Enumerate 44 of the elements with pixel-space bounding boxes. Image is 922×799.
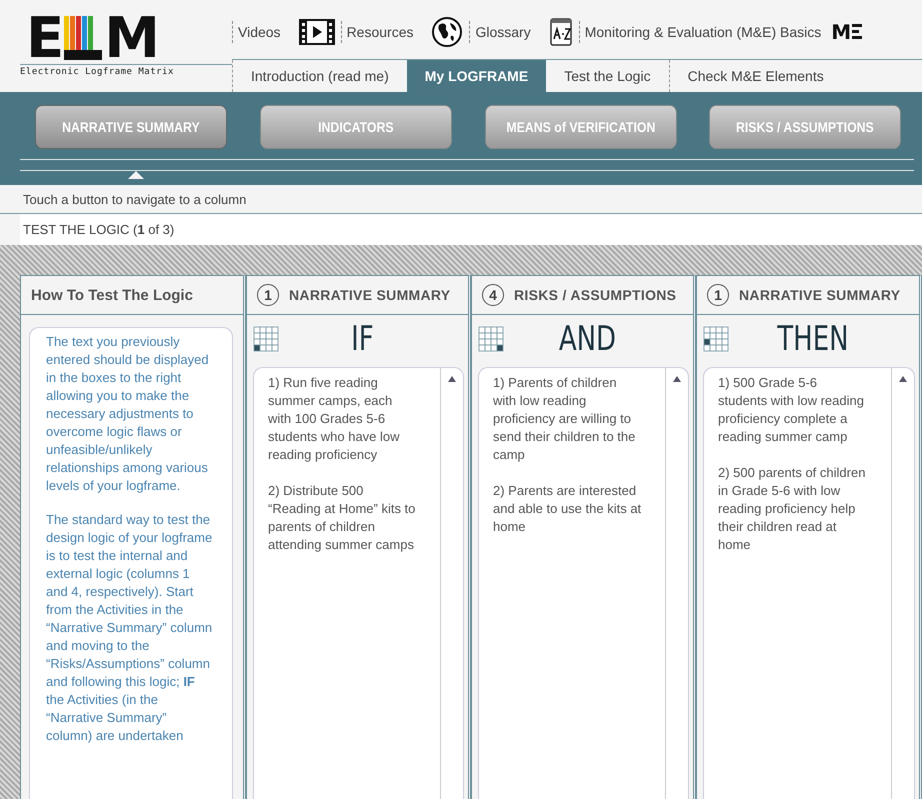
film-icon[interactable] (298, 18, 335, 45)
logic-word: AND (558, 319, 618, 359)
scroll-up-icon[interactable] (899, 376, 907, 382)
logframe-item: 1) 500 Grade 5-6 students with low reading proficiency complete a reading summer camp (718, 374, 865, 446)
logframe-item: 1) Parents of children with low reading proficiency are willing to send their children to the camp (493, 374, 636, 464)
brand-lines-icon (852, 22, 862, 41)
nav-link[interactable]: Glossary (469, 20, 531, 43)
logo-tagline: Electronic Logframe Matrix (20, 64, 232, 77)
column-title: NARRATIVE SUMMARY (739, 287, 900, 303)
grid-icon (253, 326, 279, 352)
help-paragraph: The standard way to test the design logic of your logframe is to test the internal and external logic (columns 1 and 4, respectively). Start from the Activities in the “Narrative Summary” column and moving to the “Risks/Assumptions” column and following this logic; IF the Activities (in the “Narrative Summary” column) are undertaken (46, 511, 214, 745)
number-badge: 1 (257, 284, 279, 306)
logo-letter: E (26, 16, 62, 62)
logframe-item: 1) Run five reading summer camps, each with 100 Grades 5-6 students who have low reading proficiency (268, 374, 401, 464)
tab[interactable]: Test the Logic (546, 60, 669, 92)
grid-icon (478, 326, 504, 352)
logframe-item: 2) Parents are interested and able to use the kits at home (493, 482, 642, 536)
text-area[interactable]: 1) Run five reading summer camps, each with 100 Grades 5-6 students who have low reading proficiency 2) Distribute 500 “Reading at Home” kits to parents of children attending summer camps (253, 367, 464, 799)
scroll-up-icon[interactable] (673, 376, 681, 382)
hint-text: Touch a button to navigate to a column (23, 192, 246, 206)
text-area[interactable]: 1) Parents of children with low reading proficiency are willing to send their children to the camp 2) Parents are interested and able to use the kits at home (478, 367, 689, 799)
step-title: TEST THE LOGIC (1 of 3) (23, 222, 174, 237)
grid-icon (703, 326, 729, 352)
logframe-item: 2) 500 parents of children in Grade 5-6 with low reading proficiency help their children read at home (718, 464, 866, 554)
nav-link[interactable]: Videos (232, 20, 281, 43)
number-badge: 1 (707, 284, 729, 306)
panel-title: How To Test The Logic (31, 286, 193, 304)
number-badge: 4 (482, 284, 504, 306)
nav-link[interactable]: Resources (340, 20, 414, 43)
logic-word: IF (350, 319, 375, 359)
logo-bars-icon (64, 16, 102, 60)
scroll-up-icon[interactable] (448, 376, 456, 382)
logic-word: THEN (776, 319, 850, 359)
brand-mark: M (831, 20, 852, 44)
column-title: NARRATIVE SUMMARY (289, 287, 450, 303)
book-icon[interactable] (548, 16, 573, 47)
nav-link[interactable]: Monitoring & Evaluation (M&E) Basics (578, 20, 822, 43)
column-title: RISKS / ASSUMPTIONS (514, 287, 676, 303)
tab[interactable]: My LOGFRAME (406, 60, 546, 92)
text-area[interactable]: 1) 500 Grade 5-6 students with low reading proficiency complete a reading summer camp 2) 500 parents of children in Grade 5-6 with low reading proficiency help their children read at home (703, 367, 915, 799)
logframe-item: 2) Distribute 500 “Reading at Home” kits to parents of children attending summer camps (268, 482, 416, 554)
globe-icon[interactable] (431, 16, 464, 48)
help-paragraph: The text you previously entered should be displayed in the boxes to the right allowing you to make the necessary adjustments to overcome logic flaws or unfeasible/unlikely relationships among various levels of your logframe. (46, 333, 210, 495)
logo-letter: M (104, 16, 158, 62)
